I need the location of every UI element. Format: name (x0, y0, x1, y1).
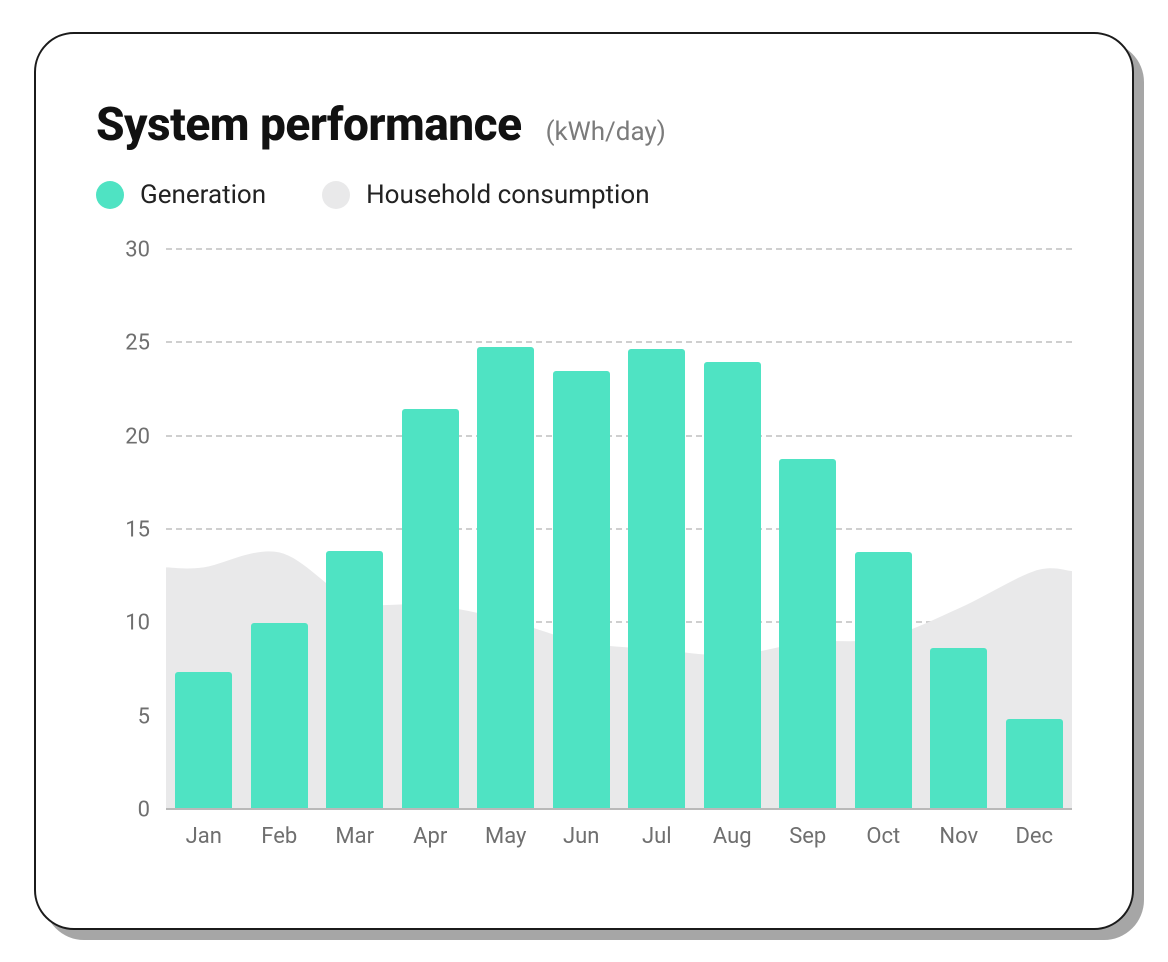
x-tick-label: Nov (921, 824, 997, 849)
y-tick-label: 20 (96, 424, 150, 449)
x-tick-label: Apr (393, 824, 469, 849)
y-axis: 051015202530 (96, 250, 166, 810)
x-tick-label: Jun (544, 824, 620, 849)
bar-generation (855, 552, 912, 810)
bar-generation (704, 362, 761, 810)
legend: Generation Household consumption (96, 180, 1072, 210)
bar-slot (317, 250, 393, 810)
bar-slot (846, 250, 922, 810)
bar-slot (242, 250, 318, 810)
bars-layer (166, 250, 1072, 810)
bar-generation (251, 623, 308, 810)
legend-item-generation: Generation (96, 180, 266, 210)
bar-generation (175, 672, 232, 810)
swatch-generation-icon (96, 181, 124, 209)
x-tick-label: Oct (846, 824, 922, 849)
bar-slot (770, 250, 846, 810)
chart: 051015202530 JanFebMarAprMayJunJulAugSep… (96, 250, 1072, 849)
plot-area (166, 250, 1072, 810)
x-tick-label: Jul (619, 824, 695, 849)
unit-label: (kWh/day) (546, 117, 666, 147)
x-tick-label: Aug (695, 824, 771, 849)
bar-generation (553, 371, 610, 810)
bar-slot (921, 250, 997, 810)
bar-slot (393, 250, 469, 810)
bar-slot (695, 250, 771, 810)
y-tick-label: 5 (96, 704, 150, 729)
x-tick-label: May (468, 824, 544, 849)
bar-generation (779, 459, 836, 810)
card-header: System performance (kWh/day) (96, 98, 1072, 152)
bar-generation (326, 551, 383, 810)
y-tick-label: 10 (96, 611, 150, 636)
bar-slot (997, 250, 1073, 810)
y-tick-label: 30 (96, 238, 150, 263)
bar-slot (619, 250, 695, 810)
x-axis: JanFebMarAprMayJunJulAugSepOctNovDec (166, 810, 1072, 849)
bar-generation (477, 347, 534, 810)
bar-generation (930, 648, 987, 810)
bar-slot (166, 250, 242, 810)
x-tick-label: Feb (242, 824, 318, 849)
baseline (166, 808, 1072, 810)
x-tick-label: Mar (317, 824, 393, 849)
y-tick-label: 0 (96, 798, 150, 823)
legend-label-consumption: Household consumption (366, 180, 649, 210)
legend-label-generation: Generation (140, 180, 266, 210)
card-title: System performance (96, 98, 522, 152)
legend-item-consumption: Household consumption (322, 180, 649, 210)
y-tick-label: 15 (96, 518, 150, 543)
bar-generation (402, 409, 459, 810)
performance-card: System performance (kWh/day) Generation … (34, 32, 1134, 930)
bar-generation (628, 349, 685, 810)
bar-generation (1006, 719, 1063, 810)
y-tick-label: 25 (96, 331, 150, 356)
x-tick-label: Dec (997, 824, 1073, 849)
x-tick-label: Sep (770, 824, 846, 849)
x-tick-label: Jan (166, 824, 242, 849)
bar-slot (468, 250, 544, 810)
swatch-consumption-icon (322, 181, 350, 209)
bar-slot (544, 250, 620, 810)
